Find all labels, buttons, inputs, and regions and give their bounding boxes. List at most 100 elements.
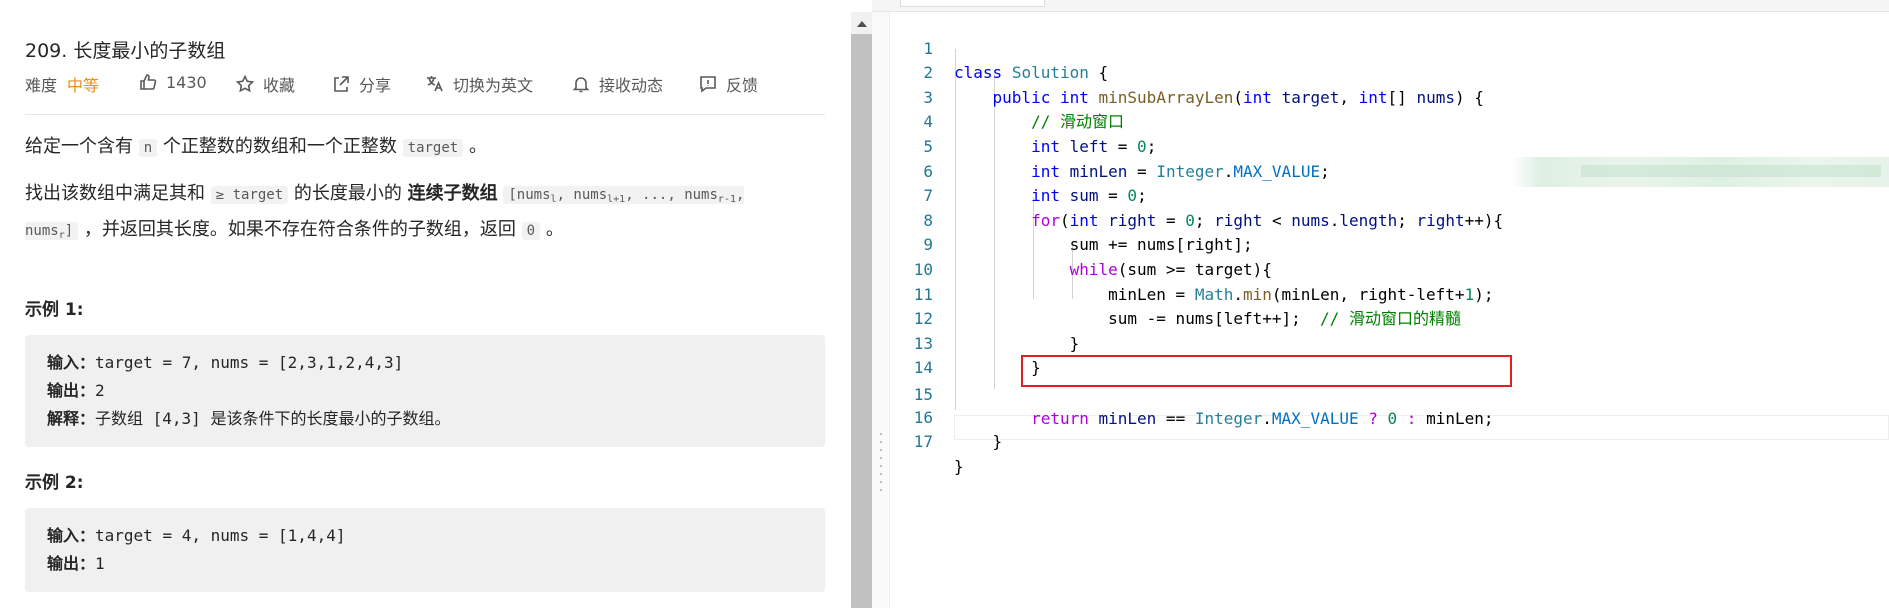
desc-text: 个正整数的数组和一个正整数 [162, 136, 397, 157]
code-line[interactable]: 13 } [891, 307, 1889, 378]
splitter-grip-dot [880, 465, 882, 467]
desc-text: 找出该数组中满足其和 [25, 183, 205, 204]
inline-code-condition: ≥ target [210, 186, 289, 204]
code-line[interactable]: 1 class Solution { [891, 12, 1889, 83]
seq-part: , ..., nums [625, 187, 718, 203]
switch-language-label: 切换为英文 [453, 76, 534, 95]
panel-splitter[interactable] [872, 12, 890, 608]
code-line[interactable]: 9 while(sum >= target){ [891, 209, 1889, 279]
seq-subscript: r-1 [717, 194, 736, 205]
feedback-label: 反馈 [726, 76, 759, 95]
star-icon [235, 74, 255, 93]
example-2-heading: 示例 2: [25, 473, 84, 493]
difficulty: 难度 中等 [25, 72, 99, 96]
bell-icon [572, 77, 590, 93]
desc-text: ，并返回其长度。如果不存在符合条件的子数组，返回 [83, 219, 516, 240]
splitter-grip-dot [880, 473, 882, 475]
description-paragraph-2: 找出该数组中满足其和 ≥ target 的长度最小的 连续子数组 [numsl,… [25, 179, 785, 251]
example-1-heading: 示例 1: [25, 300, 84, 320]
output-label: 输出： [47, 381, 96, 400]
splitter-grip-dot [880, 481, 882, 483]
code-line[interactable]: 4 int left = 0; [891, 86, 1889, 156]
output-label: 输出： [47, 554, 96, 573]
code-line[interactable]: 17 } [891, 406, 1889, 476]
output-value: 2 [95, 381, 105, 400]
desc-text: 。 [468, 136, 487, 157]
explain-value: 子数组 [4,3] 是该条件下的长度最小的子数组。 [95, 409, 451, 428]
token: } [954, 456, 964, 476]
thumbs-up-icon [140, 74, 157, 90]
feedback-button[interactable]: 反馈 [698, 72, 758, 96]
input-label: 输入： [47, 353, 96, 372]
share-button[interactable]: 分享 [331, 72, 391, 96]
input-value: target = 4, nums = [1,4,4] [95, 526, 346, 545]
seq-subscript: l+1 [607, 194, 626, 205]
code-line[interactable]: 12 } [891, 283, 1889, 353]
splitter-grip-dot [880, 489, 882, 491]
description-paragraph-1: 给定一个含有 n 个正整数的数组和一个正整数 target 。 [25, 134, 487, 161]
code-line[interactable]: 6 int sum = 0; [891, 135, 1889, 206]
splitter-grip-dot [880, 449, 882, 451]
problem-title: 209. 长度最小的子数组 [25, 40, 226, 62]
subscribe-button[interactable]: 接收动态 [571, 72, 663, 96]
code-line[interactable]: 10 minLen = Math.min(minLen, right-left+… [891, 233, 1889, 304]
meta-divider [25, 114, 825, 115]
line-number: 17 [913, 432, 933, 452]
inline-code-zero: 0 [521, 222, 541, 240]
seq-part: [nums [508, 187, 551, 203]
switch-language-button[interactable]: 切换为英文 [425, 72, 533, 96]
like-button[interactable]: 1430 [138, 72, 207, 92]
example-2-input: 输入：target = 4, nums = [1,4,4] [47, 522, 803, 550]
example-1-output: 输出：2 [47, 377, 803, 405]
inline-code-target: target [402, 139, 464, 157]
inline-code-n: n [138, 139, 158, 157]
code-line[interactable]: 8 sum += nums[right]; [891, 184, 1889, 255]
code-line[interactable]: 5 int minLen = Integer.MAX_VALUE; [891, 110, 1889, 181]
output-value: 1 [95, 554, 105, 573]
difficulty-value: 中等 [67, 76, 100, 95]
difficulty-label: 难度 [25, 76, 58, 95]
code-line[interactable]: 2 public int minSubArrayLen(int target, … [891, 37, 1889, 107]
splitter-grip-dot [880, 457, 882, 459]
subscribe-label: 接收动态 [599, 76, 664, 95]
splitter-grip-dot [880, 441, 882, 443]
share-label: 分享 [359, 76, 392, 95]
input-label: 输入： [47, 526, 96, 545]
example-1-explanation: 解释：子数组 [4,3] 是该条件下的长度最小的子数组。 [47, 405, 803, 433]
example-2-output: 输出：1 [47, 550, 803, 578]
favorite-label: 收藏 [263, 76, 296, 95]
code-editor[interactable]: 1 class Solution { 2 public int minSubAr… [891, 12, 1889, 608]
problem-panel: 209. 长度最小的子数组 难度 中等 1430 收藏 分享 切换为英文 接收动… [0, 0, 850, 608]
explain-label: 解释： [47, 409, 96, 428]
desc-text: 。 [545, 219, 564, 240]
desc-text: 的长度最小的 [293, 183, 402, 204]
feedback-icon [700, 76, 716, 93]
input-value: target = 7, nums = [2,3,1,2,4,3] [95, 353, 404, 372]
scroll-up-button[interactable] [851, 12, 872, 34]
editor-tab-edge [900, 0, 1045, 7]
example-2-box: 输入：target = 4, nums = [1,4,4] 输出：1 [25, 508, 825, 592]
desc-bold-text: 连续子数组 [407, 183, 498, 204]
caret-up-icon [856, 20, 867, 27]
code-line[interactable]: 3 // 滑动窗口 [891, 61, 1889, 132]
code-line[interactable]: 7 for(int right = 0; right < nums.length… [891, 160, 1889, 230]
scrollbar-thumb[interactable] [853, 36, 870, 608]
share-icon [334, 76, 349, 92]
example-1-input: 输入：target = 7, nums = [2,3,1,2,4,3] [47, 349, 803, 377]
code-line[interactable]: 14 [891, 332, 1889, 377]
example-1-box: 输入：target = 7, nums = [2,3,1,2,4,3] 输出：2… [25, 335, 825, 447]
top-strip [0, 0, 872, 12]
line-code: } [954, 455, 964, 480]
token: } [992, 432, 1003, 452]
seq-part: , nums [556, 187, 608, 203]
code-line[interactable]: 15 return minLen == Integer.MAX_VALUE ? … [891, 358, 1889, 429]
desc-text: 给定一个含有 [25, 136, 133, 157]
line-code: } [954, 430, 1003, 455]
like-count: 1430 [166, 72, 207, 92]
code-line[interactable]: 11 sum -= nums[left++]; // 滑动窗口的精髓 [891, 258, 1889, 329]
favorite-button[interactable]: 收藏 [235, 72, 295, 96]
translate-icon [427, 76, 443, 92]
splitter-grip-dot [880, 433, 882, 435]
seq-part: ] [64, 223, 74, 239]
code-line[interactable]: 16 } [891, 381, 1889, 452]
